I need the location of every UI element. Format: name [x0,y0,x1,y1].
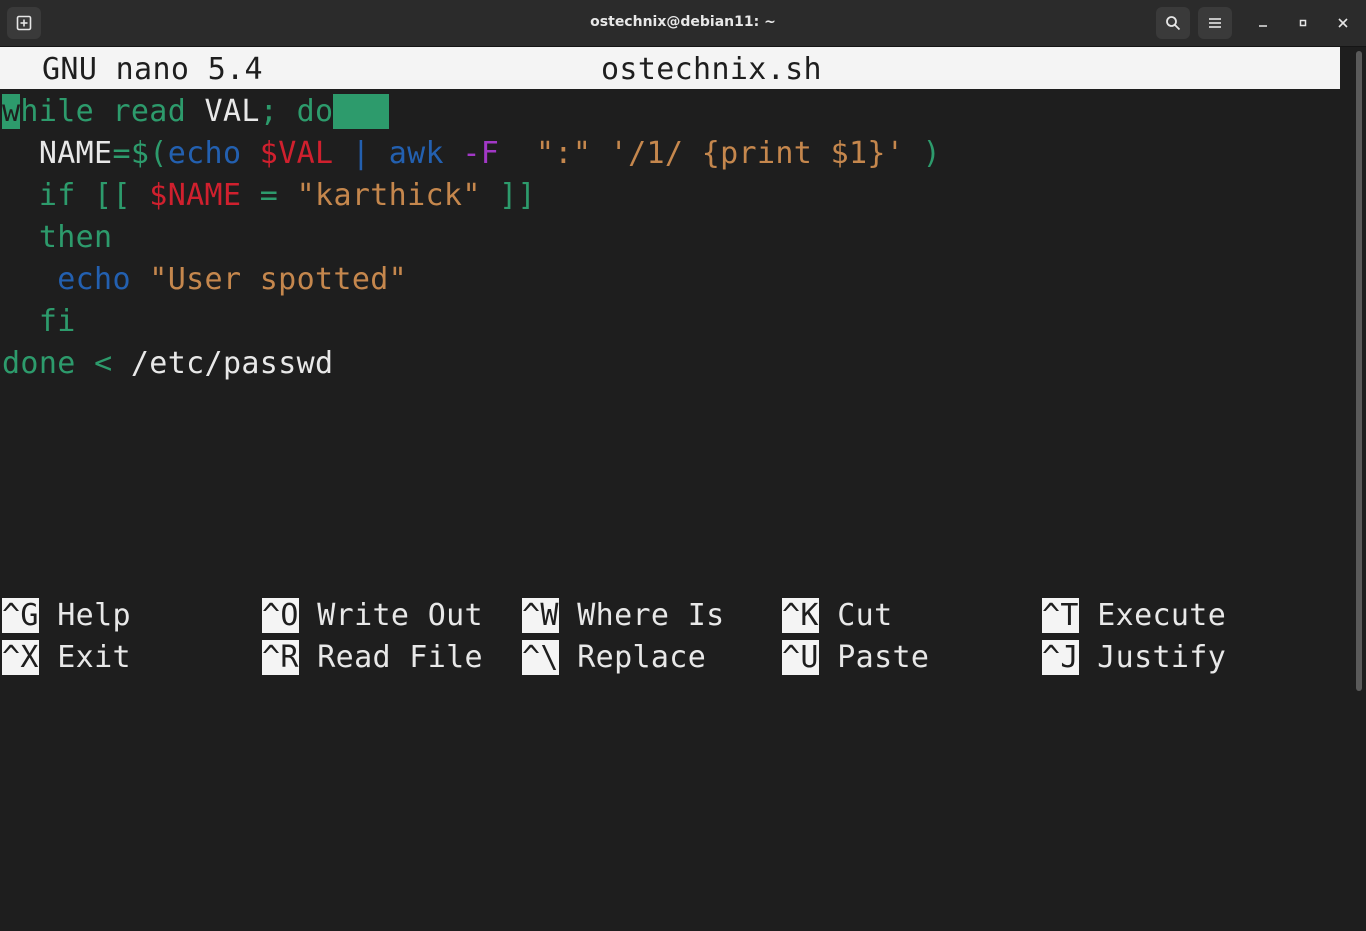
terminal-scrollbar[interactable] [1352,47,1366,697]
search-icon [1166,16,1181,31]
code-keyword: ]] [480,178,536,213]
minimize-icon [1259,25,1267,27]
code-line-3: if [[ $NAME = "karthick" ]] [2,175,536,217]
shortcut-key: ^J [1042,640,1079,675]
shortcut-key: ^\ [522,640,559,675]
code-line-2: NAME=$(echo $VAL | awk -F ":" '/1/ {prin… [2,133,941,175]
shortcut-key: ^O [262,598,299,633]
code-string: "karthick" [278,178,481,213]
close-icon [1338,18,1348,28]
code-keyword: hile read [20,94,187,129]
shortcut-label: Paste [837,640,930,675]
code-keyword: done [2,346,76,381]
shortcut-key: ^X [2,640,39,675]
code-builtin: awk [370,136,444,171]
code-operator: < [75,346,113,381]
shortcut-label: Help [57,598,131,633]
trailing-whitespace-highlight [333,94,389,129]
shortcut-row-2: ^X Exit ^R Read File ^\ Replace ^U Paste… [2,637,1342,679]
shortcut-exit[interactable]: ^X Exit [2,637,131,679]
code-text: VAL [186,94,260,129]
scrollbar-thumb[interactable] [1356,51,1362,691]
code-builtin: echo [167,136,242,171]
close-button[interactable] [1333,13,1353,33]
shortcut-cut[interactable]: ^K Cut [782,595,893,637]
code-line-7: done < /etc/passwd [2,343,333,385]
code-string: ":" '/1/ {print $1}' [499,136,905,171]
nano-filename: ostechnix.sh [601,52,822,87]
code-keyword: do [278,94,334,129]
shortcut-label: Write Out [317,598,483,633]
shortcut-label: Execute [1097,598,1227,633]
code-text: NAME [2,136,113,171]
code-text: /etc/passwd [112,346,334,381]
code-keyword: ; [259,94,279,129]
maximize-button[interactable] [1293,13,1313,33]
menu-button[interactable] [1198,7,1232,39]
shortcut-key: ^T [1042,598,1079,633]
shortcut-label: Where Is [577,598,725,633]
code-string: "User spotted" [130,262,408,297]
shortcut-where-is[interactable]: ^W Where Is [522,595,725,637]
maximize-icon [1299,19,1307,27]
terminal-area[interactable]: GNU nano 5.4 ostechnix.sh while read VAL… [0,47,1352,697]
shortcut-replace[interactable]: ^\ Replace [522,637,706,679]
code-operator: ) [904,136,942,171]
text-cursor: w [2,94,21,129]
shortcut-label: Justify [1097,640,1227,675]
shortcut-label: Cut [837,598,893,633]
code-line-4: then [2,220,113,255]
shortcut-key: ^R [262,640,299,675]
code-line-6: fi [2,304,76,339]
shortcut-label: Read File [317,640,483,675]
window-titlebar: ostechnix@debian11: ~ [0,0,1366,47]
shortcut-label: Exit [57,640,131,675]
shortcut-paste[interactable]: ^U Paste [782,637,929,679]
code-keyword: if [[ [2,178,131,213]
shortcut-execute[interactable]: ^T Execute [1042,595,1226,637]
nano-header: GNU nano 5.4 ostechnix.sh [0,47,1340,89]
shortcut-help[interactable]: ^G Help [2,595,131,637]
code-line-5: echo "User spotted" [2,259,407,301]
shortcut-key: ^G [2,598,39,633]
shortcut-write-out[interactable]: ^O Write Out [262,595,483,637]
code-operator: | [333,136,371,171]
minimize-button[interactable] [1253,13,1273,33]
code-flag: -F [443,136,500,171]
shortcut-row-1: ^G Help ^O Write Out ^W Where Is ^K Cut … [2,595,1342,637]
code-builtin: echo [2,262,131,297]
hamburger-menu-icon [1209,18,1221,28]
shortcut-key: ^W [522,598,559,633]
code-line-1: while read VAL; do [2,91,389,133]
shortcut-key: ^U [782,640,819,675]
code-variable: $NAME [130,178,242,213]
shortcut-read-file[interactable]: ^R Read File [262,637,483,679]
shortcut-key: ^K [782,598,819,633]
shortcut-label: Replace [577,640,707,675]
code-variable: $VAL [241,136,334,171]
code-operator: = [241,178,279,213]
code-operator: =$( [112,136,168,171]
shortcut-justify[interactable]: ^J Justify [1042,637,1226,679]
search-button[interactable] [1156,7,1190,39]
nano-version: GNU nano 5.4 [42,52,263,87]
